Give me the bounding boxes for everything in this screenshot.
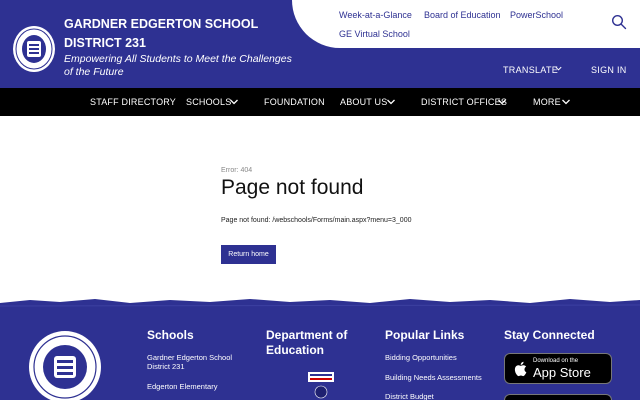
google-play-badge[interactable] — [504, 394, 612, 400]
powerschool-link[interactable]: PowerSchool — [510, 10, 563, 20]
footer-district-seal-logo[interactable] — [28, 330, 102, 400]
footer-schools-heading: Schools — [147, 328, 194, 342]
chevron-down-icon — [562, 99, 570, 105]
search-icon[interactable] — [611, 14, 627, 30]
footer-popular-heading: Popular Links — [385, 328, 465, 342]
footer-stay-connected-heading: Stay Connected — [504, 328, 595, 342]
nav-item-about-us[interactable]: ABOUT US — [340, 97, 387, 107]
nav-item-district-offices[interactable]: DISTRICT OFFICES — [421, 97, 507, 107]
week-at-a-glance-link[interactable]: Week-at-a-Glance — [339, 10, 412, 20]
footer-link-edgerton-elementary[interactable]: Edgerton Elementary — [147, 382, 247, 391]
sign-in-link[interactable]: SIGN IN — [591, 65, 627, 75]
chevron-down-icon — [555, 66, 562, 71]
error-message: Page not found: /webschools/Forms/main.a… — [221, 217, 412, 224]
district-tagline: Empowering All Students to Meet the Chal… — [64, 53, 292, 78]
ge-virtual-school-link[interactable]: GE Virtual School — [339, 29, 410, 39]
footer-link-district-budget[interactable]: District Budget — [385, 392, 495, 400]
page-title: Page not found — [221, 176, 364, 199]
return-home-button[interactable]: Return home — [221, 245, 276, 264]
translate-button[interactable]: TRANSLATE — [503, 65, 558, 75]
nav-item-more[interactable]: MORE — [533, 97, 561, 107]
footer-link-building-needs[interactable]: Building Needs Assessments — [385, 373, 495, 382]
app-store-big-text: App Store — [533, 365, 591, 380]
error-code: Error: 404 — [221, 167, 253, 174]
chevron-down-icon — [230, 99, 238, 105]
kansas-education-logo[interactable] — [306, 370, 336, 400]
chevron-down-icon — [387, 99, 395, 105]
board-of-education-link[interactable]: Board of Education — [424, 10, 501, 20]
nav-item-staff-directory[interactable]: STAFF DIRECTORY — [90, 97, 176, 107]
footer-link-bidding[interactable]: Bidding Opportunities — [385, 353, 495, 362]
footer-link-gesd231[interactable]: Gardner Edgerton School District 231 — [147, 353, 247, 371]
footer-doe-heading: Department of Education — [266, 328, 348, 357]
app-store-small-text: Download on the — [533, 358, 579, 364]
nav-item-foundation[interactable]: FOUNDATION — [264, 97, 325, 107]
apple-icon — [514, 361, 527, 377]
district-seal-logo[interactable] — [12, 25, 56, 73]
app-store-badge[interactable]: Download on the App Store — [504, 353, 612, 384]
chevron-down-icon — [498, 99, 506, 105]
district-name[interactable]: GARDNER EDGERTON SCHOOL DISTRICT 231 — [64, 15, 294, 53]
nav-item-schools[interactable]: SCHOOLS — [186, 97, 231, 107]
utility-bar — [292, 0, 640, 48]
